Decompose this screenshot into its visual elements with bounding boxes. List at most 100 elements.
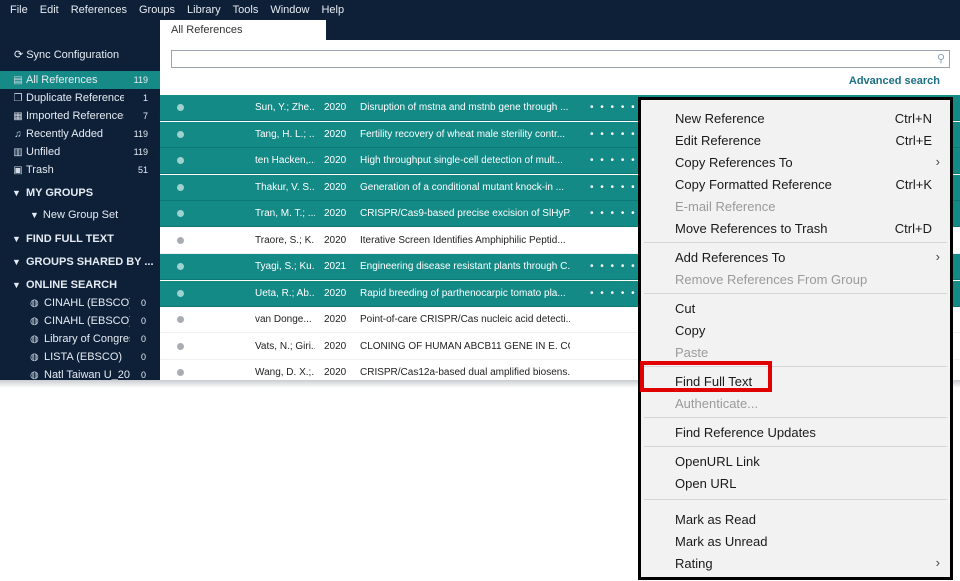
sidebar-online-cinahl[interactable]: ◍ CINAHL (EBSCO) 0 xyxy=(0,294,160,312)
read-status-dot[interactable] xyxy=(177,236,184,244)
search-input[interactable]: ⚲ xyxy=(171,50,950,68)
menu-item-mark-as-unread[interactable]: Mark as Unread xyxy=(641,530,950,552)
year-cell: 2020 xyxy=(324,234,347,246)
sidebar-item-label: All References xyxy=(26,74,98,86)
menu-item-copy[interactable]: Copy xyxy=(641,319,950,341)
section-label: MY GROUPS xyxy=(26,187,94,199)
menu-item-rating[interactable]: Rating › xyxy=(641,552,950,574)
menu-window[interactable]: Window xyxy=(264,0,315,20)
menu-separator xyxy=(644,417,947,418)
menu-item-new-reference[interactable]: New Reference Ctrl+N xyxy=(641,107,950,129)
read-status-dot[interactable] xyxy=(177,183,184,191)
author-cell: Ueta, R.; Ab... xyxy=(255,287,315,299)
title-cell: CRISPR/Cas9-based precise excision of Sl… xyxy=(360,208,570,219)
sidebar-section-my-groups[interactable]: ▼ MY GROUPS xyxy=(0,184,160,202)
menu-item-copy-references-to[interactable]: Copy References To › xyxy=(641,151,950,173)
menu-item-edit-reference[interactable]: Edit Reference Ctrl+E xyxy=(641,129,950,151)
rating-cell[interactable]: • • • • • xyxy=(590,201,637,227)
context-menu: New Reference Ctrl+N Edit Reference Ctrl… xyxy=(638,97,953,580)
author-cell: Tyagi, S.; Ku... xyxy=(255,261,315,272)
bell-icon: ♫ xyxy=(14,128,22,140)
menu-item-openurl-link[interactable]: OpenURL Link xyxy=(641,450,950,472)
title-cell: Disruption of mstna and mstnb gene throu… xyxy=(360,102,569,113)
read-status-dot[interactable] xyxy=(177,316,184,323)
menu-groups[interactable]: Groups xyxy=(133,0,181,20)
online-label: Library of Congress xyxy=(44,333,130,345)
sidebar-item-recently-added[interactable]: ♫ Recently Added 119 xyxy=(0,125,160,143)
chevron-down-icon: ▼ xyxy=(12,280,21,290)
duplicate-icon: ❐ xyxy=(13,92,23,104)
menu-item-cut[interactable]: Cut xyxy=(641,297,950,319)
rating-cell[interactable]: • • • • • xyxy=(590,148,637,174)
sidebar-item-label: Recently Added xyxy=(26,128,104,140)
sidebar-online-natl-taiwan-u[interactable]: ◍ Natl Taiwan U_20... 0 xyxy=(0,366,160,380)
advanced-search-link[interactable]: Advanced search xyxy=(849,75,940,87)
read-status-dot[interactable] xyxy=(177,342,184,350)
rating-cell[interactable]: • • • • • xyxy=(590,175,637,201)
find-full-text-highlight xyxy=(640,361,772,392)
globe-icon: ◍ xyxy=(30,369,39,381)
year-cell: 2020 xyxy=(324,287,347,299)
rating-cell[interactable]: • • • • • xyxy=(590,281,637,307)
sidebar-item-new-group-set[interactable]: ▼ New Group Set xyxy=(30,209,118,221)
sidebar-online-library-of-congress[interactable]: ◍ Library of Congress 0 xyxy=(0,330,160,348)
author-cell: Traore, S.; K... xyxy=(255,234,315,246)
read-status-dot[interactable] xyxy=(177,157,184,164)
read-status-dot[interactable] xyxy=(177,130,184,138)
sidebar-section-groups-shared[interactable]: ▼ GROUPS SHARED BY ... xyxy=(0,253,160,271)
sidebar-item-duplicate-references[interactable]: ❐ Duplicate References 1 xyxy=(0,89,160,107)
menu-item-label: Copy xyxy=(675,323,706,338)
sidebar-item-all-references[interactable]: ▤ All References 119 xyxy=(0,71,160,89)
sidebar-item-count: 1 xyxy=(142,93,148,103)
menu-library[interactable]: Library xyxy=(181,0,227,20)
menu-item-mark-as-read[interactable]: Mark as Read xyxy=(641,508,950,530)
sidebar-item-trash[interactable]: ▣ Trash 51 xyxy=(0,161,160,179)
menu-references[interactable]: References xyxy=(65,0,133,20)
chevron-right-icon: › xyxy=(935,154,940,169)
menu-edit[interactable]: Edit xyxy=(34,0,65,20)
menu-file[interactable]: File xyxy=(4,0,34,20)
menu-item-label: OpenURL Link xyxy=(675,454,760,469)
menu-item-add-references-to[interactable]: Add References To › xyxy=(641,246,950,268)
sync-configuration-link[interactable]: ⟳ Sync Configuration xyxy=(14,48,119,62)
book-icon: ▤ xyxy=(13,74,23,86)
sidebar-item-unfiled[interactable]: ▥ Unfiled 119 xyxy=(0,143,160,161)
rating-cell[interactable]: • • • • • xyxy=(590,122,637,148)
sidebar-online-lista[interactable]: ◍ LISTA (EBSCO) 0 xyxy=(0,348,160,366)
sidebar-item-count: 119 xyxy=(133,147,148,157)
menu-item-open-url[interactable]: Open URL xyxy=(641,472,950,494)
menu-separator xyxy=(644,499,947,500)
sidebar: ⟳ Sync Configuration ▤ All References 11… xyxy=(0,20,160,380)
tab-all-references[interactable]: All References xyxy=(160,20,326,40)
sidebar-item-imported-references[interactable]: ▦ Imported References 7 xyxy=(0,107,160,125)
trash-icon: ▣ xyxy=(13,164,23,176)
menu-item-label: Copy References To xyxy=(675,155,793,170)
author-cell: Vats, N.; Giri... xyxy=(255,340,315,352)
menu-item-find-reference-updates[interactable]: Find Reference Updates xyxy=(641,421,950,443)
menu-item-shortcut: Ctrl+K xyxy=(895,177,932,192)
globe-icon: ◍ xyxy=(30,351,39,363)
menu-help[interactable]: Help xyxy=(315,0,350,20)
sidebar-section-find-full-text[interactable]: ▼ FIND FULL TEXT xyxy=(0,230,160,248)
author-cell: Wang, D. X.;... xyxy=(255,367,315,378)
menu-item-copy-formatted-reference[interactable]: Copy Formatted Reference Ctrl+K xyxy=(641,173,950,195)
read-status-dot[interactable] xyxy=(177,104,184,111)
rating-cell[interactable]: • • • • • xyxy=(590,254,637,280)
menu-separator xyxy=(644,446,947,447)
rating-cell[interactable]: • • • • • xyxy=(590,95,637,121)
read-status-dot[interactable] xyxy=(177,263,184,270)
read-status-dot[interactable] xyxy=(177,289,184,297)
read-status-dot[interactable] xyxy=(177,369,184,376)
read-status-dot[interactable] xyxy=(177,210,184,217)
online-count: 0 xyxy=(140,298,146,308)
year-cell: 2020 xyxy=(324,155,347,166)
sidebar-online-cinahl-2[interactable]: ◍ CINAHL (EBSCO) ... 0 xyxy=(0,312,160,330)
globe-icon: ◍ xyxy=(30,333,39,345)
sidebar-section-online-search[interactable]: ▼ ONLINE SEARCH xyxy=(0,276,160,294)
menu-item-label: New Reference xyxy=(675,111,765,126)
menu-item-move-to-trash[interactable]: Move References to Trash Ctrl+D xyxy=(641,217,950,239)
menu-item-shortcut: Ctrl+N xyxy=(894,111,932,126)
menu-tools[interactable]: Tools xyxy=(227,0,265,20)
search-icon[interactable]: ⚲ xyxy=(937,52,945,65)
title-cell: CLONING OF HUMAN ABCB11 GENE IN E. CO... xyxy=(360,340,570,352)
